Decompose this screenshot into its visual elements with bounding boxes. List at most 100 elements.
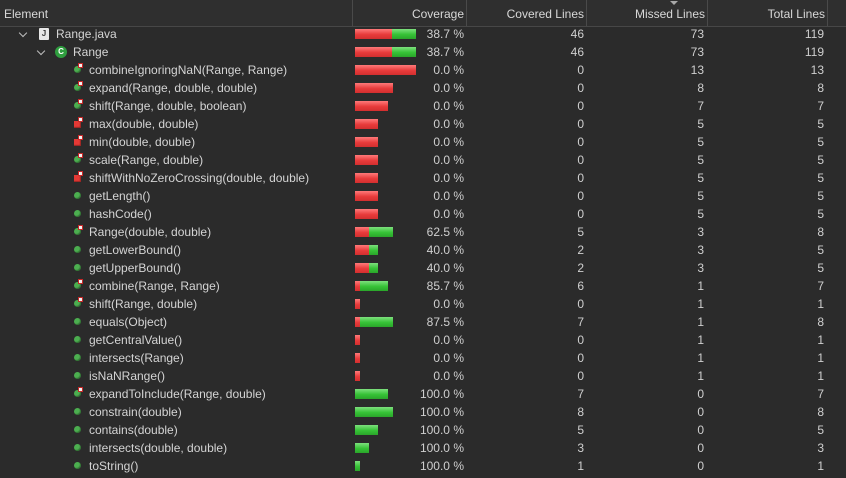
missed-lines-value: 0 [697, 387, 704, 401]
total-lines-value: 119 [804, 27, 824, 41]
tree-row[interactable]: intersects(Range) 0.0 % 0 1 1 [0, 349, 846, 367]
column-missed-lines[interactable]: Missed Lines [587, 0, 708, 26]
element-name: Range.java [56, 27, 117, 41]
tree-row[interactable]: min(double, double) 0.0 % 0 5 5 [0, 133, 846, 151]
column-total-lines[interactable]: Total Lines [708, 0, 828, 26]
tree-row[interactable]: expandToInclude(Range, double) 100.0 % 7 0 7 [0, 385, 846, 403]
tree-row[interactable]: equals(Object) 87.5 % 7 1 8 [0, 313, 846, 331]
coverage-percent: 100.0 % [419, 423, 464, 437]
tree-row[interactable]: getUpperBound() 40.0 % 2 3 5 [0, 259, 846, 277]
covered-lines-value: 3 [577, 441, 584, 455]
coverage-percent: 0.0 % [433, 153, 464, 167]
element-name: constrain(double) [89, 405, 182, 419]
covered-lines-value: 1 [577, 459, 584, 473]
missed-lines-value: 0 [697, 405, 704, 419]
covered-lines-value: 0 [577, 207, 584, 221]
tree-row[interactable]: constrain(double) 100.0 % 8 0 8 [0, 403, 846, 421]
total-lines-value: 8 [817, 81, 824, 95]
missed-lines-value: 3 [697, 243, 704, 257]
total-lines-value: 119 [804, 45, 824, 59]
static-overlay-icon [78, 153, 83, 158]
missed-lines-value: 1 [697, 333, 704, 347]
element-name: contains(double) [89, 423, 178, 437]
tree-row[interactable]: max(double, double) 0.0 % 0 5 5 [0, 115, 846, 133]
coverage-tree: J Range.java 38.7 % 46 73 119 C Range 38.7 % 46 73… [0, 25, 846, 475]
tree-row[interactable]: Range(double, double) 62.5 % 5 3 8 [0, 223, 846, 241]
coverage-percent: 38.7 % [426, 27, 464, 41]
public-method-icon [74, 462, 81, 469]
total-lines-value: 8 [817, 225, 824, 239]
element-name: getLowerBound() [89, 243, 182, 257]
public-method-icon [74, 444, 81, 451]
element-name: max(double, double) [89, 117, 199, 131]
tree-row[interactable]: toString() 100.0 % 1 0 1 [0, 457, 846, 475]
covered-lines-value: 0 [577, 333, 584, 347]
static-overlay-icon [78, 297, 83, 302]
coverage-percent: 100.0 % [419, 441, 464, 455]
element-name: hashCode() [89, 207, 152, 221]
tree-row[interactable]: isNaNRange() 0.0 % 0 1 1 [0, 367, 846, 385]
missed-lines-value: 1 [697, 279, 704, 293]
tree-row[interactable]: shift(Range, double, boolean) 0.0 % 0 7 7 [0, 97, 846, 115]
covered-lines-value: 46 [570, 45, 584, 59]
tree-row[interactable]: scale(Range, double) 0.0 % 0 5 5 [0, 151, 846, 169]
tree-row[interactable]: J Range.java 38.7 % 46 73 119 [0, 25, 846, 43]
static-overlay-icon [78, 99, 83, 104]
element-name: scale(Range, double) [89, 153, 204, 167]
total-lines-value: 3 [817, 441, 824, 455]
sort-descending-icon [670, 1, 678, 5]
coverage-percent: 62.5 % [426, 225, 464, 239]
tree-row[interactable]: hashCode() 0.0 % 0 5 5 [0, 205, 846, 223]
element-name: combine(Range, Range) [89, 279, 220, 293]
total-lines-value: 5 [817, 117, 824, 131]
total-lines-value: 13 [810, 63, 824, 77]
coverage-percent: 40.0 % [426, 261, 464, 275]
total-lines-value: 5 [817, 243, 824, 257]
covered-lines-value: 8 [577, 405, 584, 419]
tree-row[interactable]: expand(Range, double, double) 0.0 % 0 8 8 [0, 79, 846, 97]
tree-row[interactable]: combine(Range, Range) 85.7 % 6 1 7 [0, 277, 846, 295]
column-coverage[interactable]: Coverage [353, 0, 467, 26]
expand-chevron-icon[interactable] [36, 46, 46, 56]
covered-lines-value: 5 [577, 423, 584, 437]
tree-row[interactable]: getCentralValue() 0.0 % 0 1 1 [0, 331, 846, 349]
tree-row[interactable]: shiftWithNoZeroCrossing(double, double) 0… [0, 169, 846, 187]
tree-row[interactable]: combineIgnoringNaN(Range, Range) 0.0 % 0 13… [0, 61, 846, 79]
coverage-percent: 0.0 % [433, 81, 464, 95]
static-overlay-icon [78, 279, 83, 284]
total-lines-value: 5 [817, 189, 824, 203]
tree-row[interactable]: getLowerBound() 40.0 % 2 3 5 [0, 241, 846, 259]
coverage-percent: 100.0 % [419, 387, 464, 401]
missed-lines-value: 73 [690, 27, 704, 41]
missed-lines-value: 5 [697, 135, 704, 149]
covered-lines-value: 5 [577, 225, 584, 239]
covered-lines-value: 0 [577, 351, 584, 365]
private-method-icon [74, 121, 81, 128]
coverage-percent: 0.0 % [433, 171, 464, 185]
element-name: getUpperBound() [89, 261, 182, 275]
coverage-percent: 0.0 % [433, 135, 464, 149]
missed-lines-value: 1 [697, 315, 704, 329]
tree-row[interactable]: shift(Range, double) 0.0 % 0 1 1 [0, 295, 846, 313]
missed-lines-value: 3 [697, 225, 704, 239]
column-covered-lines[interactable]: Covered Lines [467, 0, 587, 26]
total-lines-value: 5 [817, 153, 824, 167]
tree-row[interactable]: C Range 38.7 % 46 73 119 [0, 43, 846, 61]
expand-chevron-icon[interactable] [18, 28, 28, 38]
coverage-percent: 0.0 % [433, 297, 464, 311]
covered-lines-value: 0 [577, 153, 584, 167]
tree-row[interactable]: contains(double) 100.0 % 5 0 5 [0, 421, 846, 439]
missed-lines-value: 8 [697, 81, 704, 95]
coverage-percent: 38.7 % [426, 45, 464, 59]
java-file-icon: J [39, 28, 49, 40]
column-element[interactable]: Element [0, 0, 353, 26]
covered-lines-value: 0 [577, 99, 584, 113]
static-overlay-icon [78, 117, 83, 122]
total-lines-value: 5 [817, 423, 824, 437]
element-name: isNaNRange() [89, 369, 166, 383]
coverage-percent: 0.0 % [433, 99, 464, 113]
tree-row[interactable]: intersects(double, double) 100.0 % 3 0 3 [0, 439, 846, 457]
total-lines-value: 1 [817, 459, 824, 473]
coverage-percent: 100.0 % [419, 405, 464, 419]
tree-row[interactable]: getLength() 0.0 % 0 5 5 [0, 187, 846, 205]
